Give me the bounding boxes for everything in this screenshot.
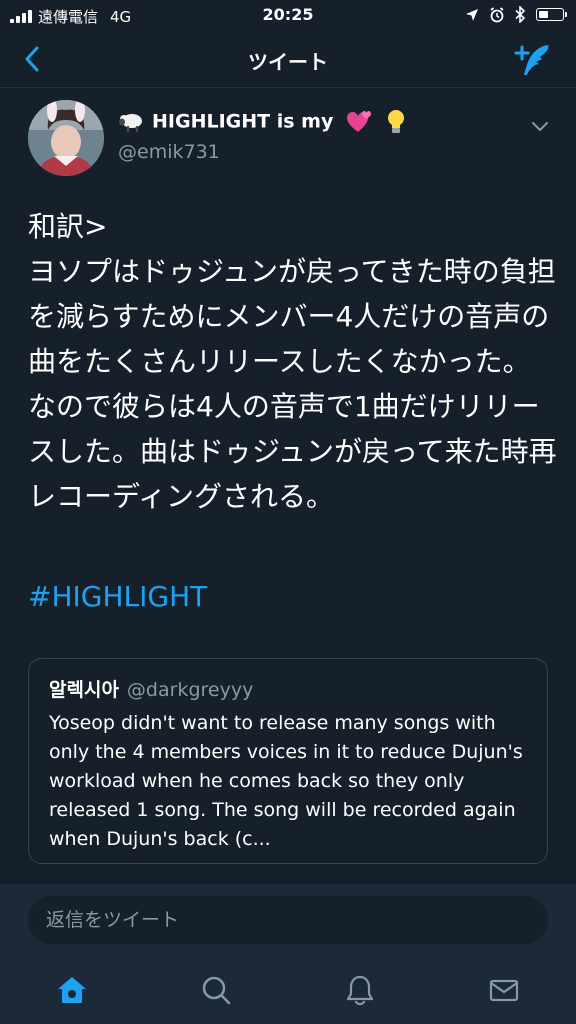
tab-messages[interactable] bbox=[484, 970, 524, 1010]
sheep-emoji bbox=[119, 114, 142, 132]
battery-icon bbox=[536, 8, 567, 21]
search-icon bbox=[202, 976, 231, 1005]
quoted-tweet-author: 알렉시아 @darkgreyyy bbox=[49, 675, 253, 702]
tab-search[interactable] bbox=[196, 970, 236, 1010]
chevron-down-icon[interactable] bbox=[530, 116, 550, 136]
two-hearts-emoji bbox=[346, 111, 371, 132]
reply-bar bbox=[0, 884, 576, 956]
status-bar: 遠傳電信 4G 20:25 bbox=[0, 0, 576, 32]
quoted-display-name: 알렉시아 bbox=[49, 679, 119, 701]
tweet-text: 和訳> ヨソプはドゥジュンが戻ってきた時の負担を減らすためにメンバー4人だけの音… bbox=[28, 210, 557, 513]
user-handle[interactable]: @emik731 bbox=[118, 141, 220, 163]
nav-bar: ツイート bbox=[0, 32, 576, 88]
quoted-tweet-text: Yoseop didn't want to release many songs… bbox=[49, 712, 523, 850]
compose-tweet-icon[interactable] bbox=[514, 40, 554, 80]
avatar-image bbox=[28, 100, 104, 176]
quoted-tweet[interactable]: 알렉시아 @darkgreyyy Yoseop didn't want to re… bbox=[28, 658, 548, 864]
mail-icon bbox=[489, 979, 519, 1002]
bell-icon bbox=[346, 975, 374, 1006]
tweet-screen: 遠傳電信 4G 20:25 ツイート HIGHLIGHT is my @emik… bbox=[0, 0, 576, 1024]
light-bulb-emoji bbox=[387, 110, 404, 133]
quoted-handle: @darkgreyyy bbox=[126, 679, 254, 701]
home-icon bbox=[58, 977, 86, 1003]
location-icon bbox=[466, 8, 478, 21]
reply-input[interactable] bbox=[28, 896, 548, 944]
page-title: ツイート bbox=[248, 50, 328, 74]
hashtag-link[interactable]: #HIGHLIGHT bbox=[28, 580, 207, 613]
tab-bar bbox=[0, 956, 576, 1024]
display-name-text: HIGHLIGHT is my bbox=[152, 110, 334, 133]
avatar[interactable] bbox=[28, 100, 104, 176]
tab-home[interactable] bbox=[52, 970, 92, 1010]
display-name[interactable]: HIGHLIGHT is my bbox=[118, 109, 405, 135]
alarm-icon bbox=[490, 6, 504, 22]
tab-notifications[interactable] bbox=[340, 970, 380, 1010]
bluetooth-icon bbox=[515, 6, 526, 23]
